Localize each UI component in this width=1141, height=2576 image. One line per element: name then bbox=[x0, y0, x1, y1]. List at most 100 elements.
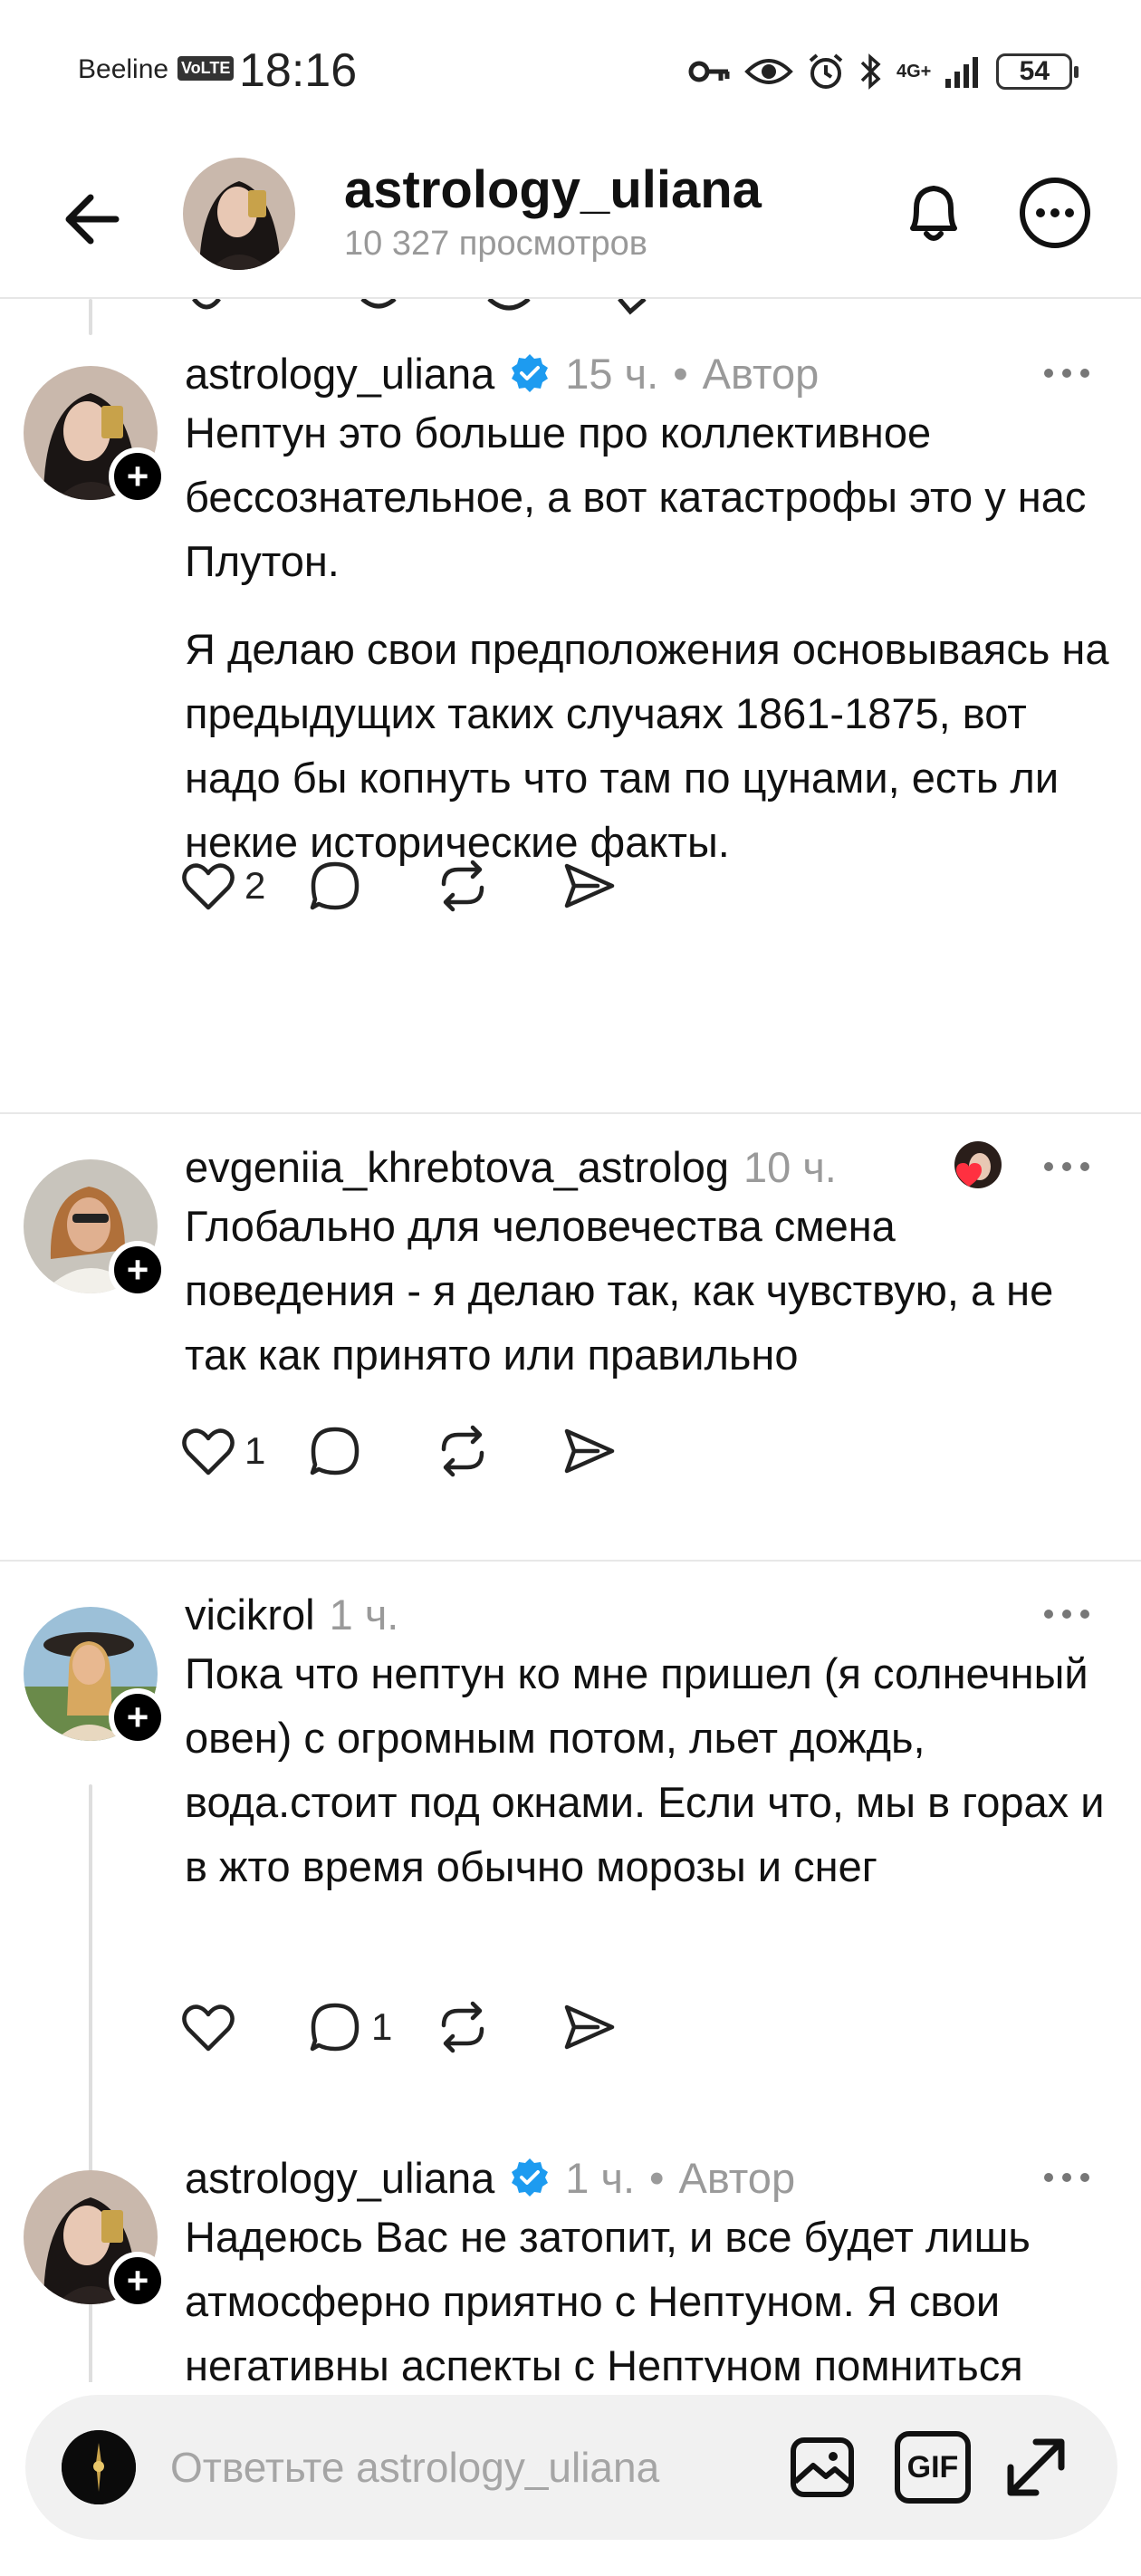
separator-dot: • bbox=[673, 349, 688, 398]
bell-icon[interactable] bbox=[895, 174, 973, 252]
thread-header: astrology_uliana 10 327 просмотров bbox=[0, 136, 1141, 299]
post-meta: vicikrol 1 ч. bbox=[185, 1587, 398, 1641]
heart-icon bbox=[182, 1428, 235, 1475]
status-icons: 4G+ 54 bbox=[688, 49, 1079, 94]
like-button[interactable]: 1 bbox=[181, 1418, 308, 1484]
repost-button[interactable] bbox=[435, 853, 561, 918]
view-count: 10 327 просмотров bbox=[344, 225, 647, 263]
expand-icon[interactable] bbox=[1000, 2431, 1072, 2504]
post-paragraph: Нептун это больше про коллективное бессо… bbox=[185, 409, 1087, 585]
post-more-icon[interactable] bbox=[1040, 355, 1094, 391]
image-attach-icon[interactable] bbox=[786, 2431, 858, 2504]
status-bar: Beeline VoLTE 18:16 4G+ 54 bbox=[0, 0, 1141, 136]
post-divider bbox=[0, 1560, 1141, 1562]
eye-icon bbox=[744, 59, 793, 84]
post-paragraph: Пока что нептун ко мне пришел (я солнечн… bbox=[185, 1649, 1105, 1890]
like-button[interactable] bbox=[181, 1994, 308, 2060]
send-icon bbox=[564, 863, 615, 908]
follow-plus-button[interactable]: + bbox=[109, 447, 167, 505]
post-meta: astrology_uliana 15 ч. • Автор bbox=[185, 346, 819, 400]
post-paragraph: Надеюсь Вас не затопит, и все будет лишь… bbox=[185, 2213, 1031, 2382]
username[interactable]: vicikrol bbox=[185, 1590, 315, 1639]
more-options-icon[interactable] bbox=[1016, 174, 1094, 252]
avatar-wrap: + bbox=[24, 366, 167, 505]
author-liked-avatar bbox=[947, 1139, 1003, 1196]
comment-bubble-icon bbox=[310, 861, 360, 910]
post-actions: 2 bbox=[181, 853, 688, 918]
reply-button[interactable] bbox=[308, 1418, 435, 1484]
like-count: 2 bbox=[244, 864, 266, 907]
comments-feed[interactable]: + astrology_uliana 15 ч. • Автор Нептун … bbox=[0, 299, 1141, 2382]
avatar-wrap: + bbox=[24, 2170, 167, 2310]
back-arrow-icon[interactable] bbox=[56, 183, 129, 255]
follow-plus-button[interactable]: + bbox=[109, 1688, 167, 1746]
reply-button[interactable] bbox=[308, 853, 435, 918]
separator-dot: • bbox=[649, 2153, 665, 2202]
send-icon bbox=[564, 1428, 615, 1474]
network-type: 4G+ bbox=[896, 62, 932, 82]
post-body: Пока что нептун ко мне пришел (я солнечн… bbox=[185, 1641, 1117, 1898]
clock: 18:16 bbox=[239, 44, 358, 97]
comment-bubble-icon bbox=[310, 1427, 360, 1475]
like-count: 1 bbox=[244, 1429, 266, 1472]
previous-post-actions-partial bbox=[192, 299, 647, 315]
current-user-avatar bbox=[62, 2430, 136, 2504]
carrier-name: Beeline bbox=[78, 54, 169, 84]
follow-plus-button[interactable]: + bbox=[109, 2252, 167, 2310]
verified-badge-icon bbox=[512, 354, 549, 392]
share-button[interactable] bbox=[561, 1994, 688, 2060]
post-body: Глобально для человечества смена поведен… bbox=[185, 1194, 1117, 1387]
repost-button[interactable] bbox=[435, 1994, 561, 2060]
thread-connector bbox=[89, 299, 92, 335]
volte-badge: VoLTE bbox=[177, 56, 235, 81]
comment-bubble-icon bbox=[310, 2003, 360, 2052]
like-button[interactable]: 2 bbox=[181, 853, 308, 918]
avatar-wrap: + bbox=[24, 1159, 167, 1299]
post-age: 15 ч. bbox=[565, 349, 659, 398]
share-button[interactable] bbox=[561, 1418, 688, 1484]
send-icon bbox=[564, 2004, 615, 2050]
username[interactable]: evgeniia_khrebtova_astrolog bbox=[185, 1142, 729, 1192]
reply-button[interactable]: 1 bbox=[308, 1994, 435, 2060]
alarm-icon bbox=[809, 53, 843, 89]
post-age: 10 ч. bbox=[743, 1142, 837, 1191]
repost-icon bbox=[441, 2001, 484, 2053]
header-avatar[interactable] bbox=[183, 158, 295, 270]
header-title[interactable]: astrology_uliana bbox=[344, 159, 762, 220]
key-icon bbox=[688, 61, 730, 82]
follow-plus-button[interactable]: + bbox=[109, 1241, 167, 1299]
post-divider bbox=[0, 1112, 1141, 1114]
heart-icon bbox=[182, 863, 235, 910]
repost-icon bbox=[441, 860, 484, 912]
post-body: Надеюсь Вас не затопит, и все будет лишь… bbox=[185, 2205, 1117, 2382]
post-actions: 1 bbox=[181, 1994, 688, 2060]
reply-input[interactable] bbox=[170, 2435, 750, 2500]
heart-icon bbox=[182, 2004, 235, 2052]
author-badge: Автор bbox=[702, 349, 820, 398]
post-actions: 1 bbox=[181, 1418, 688, 1484]
avatar-wrap: + bbox=[24, 1607, 167, 1746]
reply-count: 1 bbox=[371, 2005, 393, 2048]
signal-icon bbox=[945, 57, 979, 88]
post-meta: astrology_uliana 1 ч. • Автор bbox=[185, 2150, 795, 2205]
share-button[interactable] bbox=[561, 853, 688, 918]
repost-icon bbox=[441, 1425, 484, 1477]
gif-button[interactable]: GIF bbox=[895, 2431, 971, 2504]
post-paragraph: Глобально для человечества смена поведен… bbox=[185, 1202, 1054, 1379]
battery-icon: 54 bbox=[996, 53, 1079, 90]
post-meta: evgeniia_khrebtova_astrolog 10 ч. bbox=[185, 1139, 837, 1194]
post-more-icon[interactable] bbox=[1040, 1596, 1094, 1632]
author-badge: Автор bbox=[678, 2153, 796, 2202]
gif-label: GIF bbox=[906, 2449, 959, 2485]
post-age: 1 ч. bbox=[329, 1590, 399, 1639]
post-more-icon[interactable] bbox=[1040, 1149, 1094, 1185]
post-more-icon[interactable] bbox=[1040, 2159, 1094, 2196]
bluetooth-icon bbox=[860, 53, 881, 90]
username[interactable]: astrology_uliana bbox=[185, 349, 494, 399]
post-body: Нептун это больше про коллективное бессо… bbox=[185, 400, 1117, 874]
username[interactable]: astrology_uliana bbox=[185, 2153, 494, 2203]
post-age: 1 ч. bbox=[565, 2153, 636, 2202]
reply-bar: GIF bbox=[25, 2395, 1117, 2540]
post-paragraph: Я делаю свои предположения основываясь н… bbox=[185, 625, 1109, 866]
repost-button[interactable] bbox=[435, 1418, 561, 1484]
